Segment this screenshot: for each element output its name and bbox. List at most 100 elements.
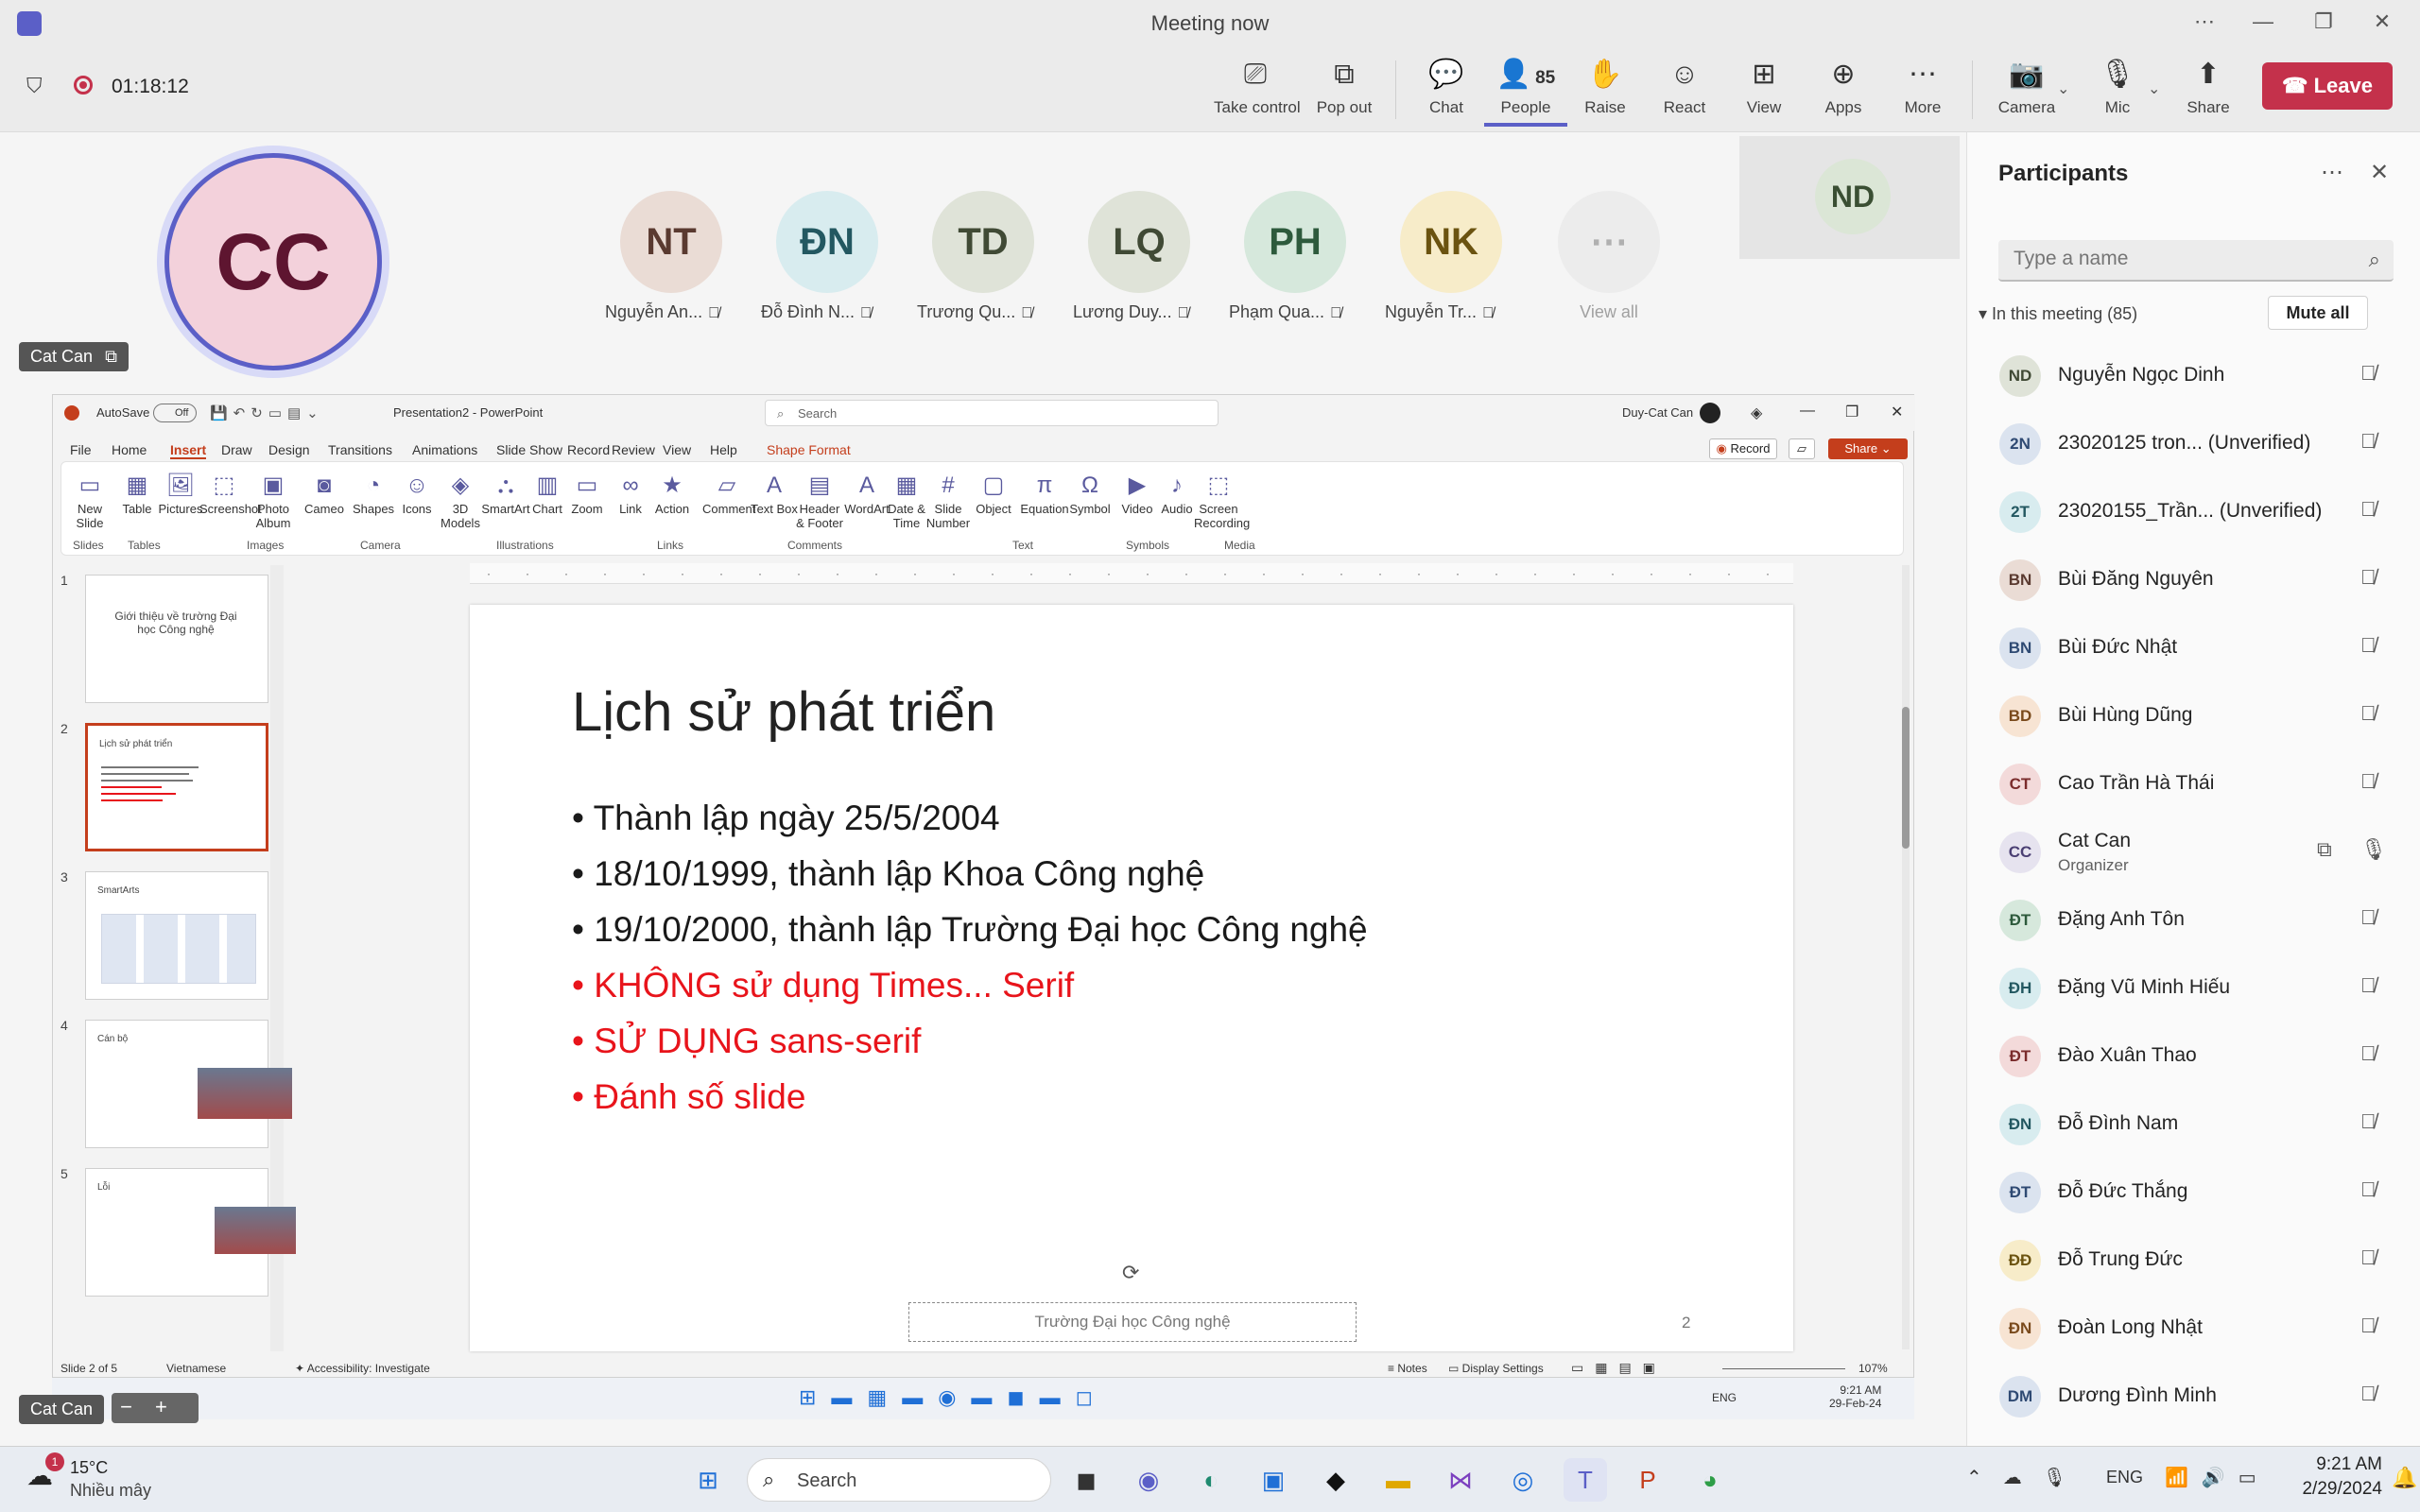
participant-row[interactable]: CC Cat Can Organizer ⧉ 🎙 [1967, 818, 2420, 886]
participant-row[interactable]: ĐN Đỗ Đình Nam 🎙̸ [1967, 1091, 2420, 1159]
close-window-icon[interactable]: ✕ [2363, 9, 2401, 34]
ribbon-button[interactable]: 🖼 Pictures [156, 470, 205, 516]
slide-bullet[interactable]: • 18/10/1999, thành lập Khoa Công nghệ [572, 854, 1204, 894]
teams-app-icon[interactable]: T [1564, 1458, 1607, 1502]
attendee-avatar[interactable]: NK [1400, 191, 1502, 293]
mic-muted-icon[interactable]: 🎙̸ [2360, 633, 2377, 658]
take-control-button[interactable]: ⎚ Take control [1214, 57, 1297, 127]
language-label[interactable]: Vietnamese [166, 1362, 226, 1375]
mic-muted-icon[interactable]: 🎙̸ [2360, 497, 2377, 522]
ribbon-tab[interactable]: Design [268, 442, 310, 457]
ppt-share-button[interactable]: Share ⌄ [1828, 438, 1908, 459]
ribbon-button[interactable]: ★ Action [648, 470, 697, 516]
pop-out-button[interactable]: ⧉ Pop out [1303, 57, 1386, 127]
attendee-avatar[interactable]: NT [620, 191, 722, 293]
mic-button[interactable]: 🎙 Mic [2076, 57, 2159, 127]
view-all-icon[interactable]: ⋯ [1558, 191, 1660, 293]
weather-desc[interactable]: Nhiều mây [70, 1481, 151, 1501]
taskbar-search[interactable]: ⌕ Search [747, 1458, 1051, 1502]
attendee-avatar[interactable]: TD [932, 191, 1034, 293]
more-button[interactable]: ⋯ More [1881, 57, 1964, 127]
start-menu-icon[interactable]: ⊞ [686, 1458, 730, 1502]
slide-thumbnail[interactable]: SmartArts [85, 871, 268, 1000]
ribbon-button[interactable]: A Text Box [750, 470, 799, 516]
footer-textbox[interactable]: Trường Đại học Công nghệ [908, 1302, 1357, 1342]
participant-row[interactable]: BN Bùi Đăng Nguyên 🎙̸ [1967, 546, 2420, 614]
ribbon-button[interactable]: ☺ Icons [392, 470, 441, 516]
ribbon-button[interactable]: Ω Symbol [1065, 470, 1115, 516]
mic-muted-icon[interactable]: 🎙̸ [2360, 1246, 2377, 1270]
powerpoint-app-icon[interactable]: P [1626, 1458, 1669, 1502]
ribbon-button[interactable]: ▭ New Slide [65, 470, 114, 530]
slide-bullet[interactable]: • Đánh số slide [572, 1077, 805, 1117]
minimize-icon[interactable]: — [2244, 9, 2282, 34]
notification-bell-icon[interactable]: 🔔 [2392, 1466, 2417, 1490]
ribbon-button[interactable]: ◔ Shapes [349, 470, 398, 516]
visual-studio-icon[interactable]: ⋈ [1439, 1458, 1482, 1502]
slide-thumbnail[interactable]: Lỗi [85, 1168, 268, 1297]
slide-bullet[interactable]: • SỬ DỤNG sans-serif [572, 1022, 921, 1061]
clock[interactable]: 9:21 AM 2/29/2024 [2288, 1454, 2382, 1500]
ppt-maximize-icon[interactable]: ❐ [1845, 403, 1858, 421]
ribbon-tab[interactable]: Draw [221, 442, 252, 457]
ribbon-button[interactable]: ◙ Cameo [300, 470, 349, 516]
ribbon-tab[interactable]: Record [567, 442, 610, 457]
attendee-avatar[interactable]: ĐN [776, 191, 878, 293]
app-icon[interactable]: ◆ [1314, 1458, 1357, 1502]
participant-row[interactable]: BN Bùi Đức Nhật 🎙̸ [1967, 614, 2420, 682]
mic-muted-icon[interactable]: 🎙̸ [2360, 361, 2377, 386]
participant-row[interactable]: ĐĐ Đỗ Trung Đức 🎙̸ [1967, 1227, 2420, 1295]
slide-canvas[interactable]: Lịch sử phát triển • Thành lập ngày 25/5… [470, 605, 1793, 1351]
display-settings-button[interactable]: ▭ Display Settings [1448, 1362, 1544, 1375]
store-icon[interactable]: ▣ [1252, 1458, 1295, 1502]
edge-icon[interactable]: ◐ [1189, 1458, 1233, 1502]
mic-muted-icon[interactable]: 🎙̸ [2360, 429, 2377, 454]
ppt-close-icon[interactable]: ✕ [1891, 403, 1903, 421]
rotate-handle-icon[interactable]: ⟳ [1122, 1261, 1139, 1285]
autosave-toggle[interactable]: Off [153, 404, 197, 422]
tray-language[interactable]: ENG [2106, 1468, 2143, 1487]
video-tile[interactable]: ND [1739, 136, 1960, 259]
participant-row[interactable]: 2T 23020155_Trần... (Unverified) 🎙̸ [1967, 478, 2420, 546]
mic-muted-icon[interactable]: 🎙̸ [2360, 1314, 2377, 1338]
slide-bullet[interactable]: • KHÔNG sử dụng Times... Serif [572, 966, 1074, 1005]
ppt-minimize-icon[interactable]: — [1800, 403, 1815, 420]
mic-muted-icon[interactable]: 🎙̸ [2360, 1109, 2377, 1134]
ribbon-button[interactable]: ▤ Header & Footer [795, 470, 844, 530]
ribbon-tab[interactable]: File [70, 442, 92, 457]
ppt-user-avatar[interactable] [1700, 403, 1720, 423]
slide-title[interactable]: Lịch sử phát triển [572, 680, 995, 744]
participant-row[interactable]: CT Cao Trần Hà Thái 🎙̸ [1967, 750, 2420, 818]
task-view-icon[interactable]: ◼ [1064, 1458, 1108, 1502]
attendee-avatar[interactable]: LQ [1088, 191, 1190, 293]
zoom-slider[interactable] [1722, 1368, 1845, 1369]
mic-muted-icon[interactable]: 🎙̸ [2360, 565, 2377, 590]
view-all-link[interactable]: View all [1558, 302, 1660, 322]
participant-row[interactable]: ĐT Đỗ Đức Thắng 🎙̸ [1967, 1159, 2420, 1227]
ribbon-button[interactable]: ▣ Photo Album [249, 470, 298, 530]
slide-bullet[interactable]: • 19/10/2000, thành lập Trường Đại học C… [572, 910, 1368, 950]
mic-muted-icon[interactable]: 🎙̸ [2360, 1041, 2377, 1066]
participant-row[interactable]: ĐN Đoàn Long Nhật 🎙̸ [1967, 1295, 2420, 1363]
ribbon-button[interactable]: ▢ Object [969, 470, 1018, 516]
accessibility-status[interactable]: ✦ Accessibility: Investigate [295, 1362, 430, 1375]
participant-search[interactable]: ⌕ [1998, 240, 2394, 282]
share-button[interactable]: ⬆ Share [2167, 57, 2250, 127]
view-mode-icons[interactable]: ▭▦▤▣ [1571, 1360, 1667, 1376]
panel-more-icon[interactable]: ⋯ [2321, 159, 2343, 186]
participant-row[interactable]: ĐT Đặng Anh Tôn 🎙̸ [1967, 886, 2420, 954]
maximize-icon[interactable]: ❐ [2305, 9, 2342, 34]
mic-muted-icon[interactable]: 🎙̸ [2360, 701, 2377, 726]
in-meeting-header[interactable]: ▾ In this meeting (85) [1979, 304, 2137, 324]
weather-temp[interactable]: 15°C [70, 1458, 108, 1478]
participant-row[interactable]: DM Dương Đình Minh 🎙̸ [1967, 1363, 2420, 1431]
mic-muted-icon[interactable]: 🎙̸ [2360, 1382, 2377, 1406]
vertical-scrollbar[interactable] [1902, 565, 1910, 1349]
close-panel-icon[interactable]: ✕ [2370, 159, 2389, 186]
ribbon-tab[interactable]: View [663, 442, 691, 457]
chat-app-icon[interactable]: ◉ [1127, 1458, 1170, 1502]
attendee-avatar[interactable]: PH [1244, 191, 1346, 293]
zoom-level[interactable]: 107% [1858, 1362, 1888, 1375]
quick-access-icons[interactable]: 💾↶↻▭▤⌄ [210, 404, 324, 421]
system-tray-icons[interactable]: ⌃☁🎙 [1966, 1466, 2087, 1489]
